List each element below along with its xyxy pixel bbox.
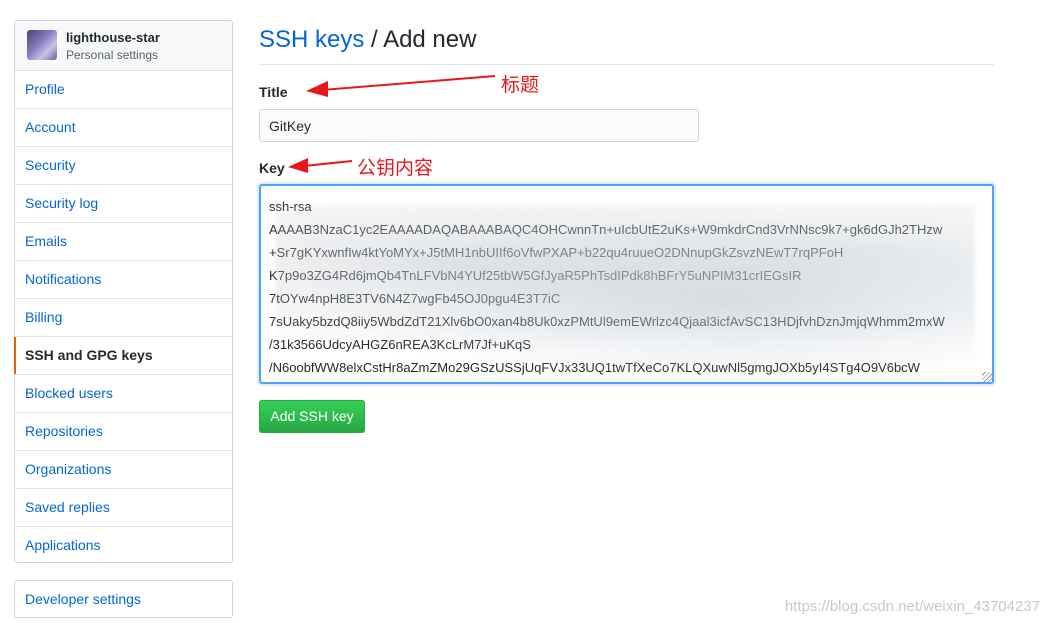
title-arrow-icon	[306, 75, 496, 97]
key-label: Key	[259, 160, 285, 176]
key-text-line: ssh-rsa	[269, 199, 312, 214]
page-heading: Add new	[383, 26, 477, 53]
sidebar-item-ssh-gpg-keys[interactable]: SSH and GPG keys	[14, 337, 232, 375]
personal-settings-label: Personal settings	[66, 48, 159, 62]
username[interactable]: lighthouse-star	[66, 30, 160, 45]
sidebar-item-organizations[interactable]: Organizations	[15, 451, 232, 489]
key-text-line: 7sUaky5bzdQ8iiy5WbdZdT21Xlv6bO0xan4b8Uk0…	[269, 314, 945, 329]
sidebar-item-saved-replies[interactable]: Saved replies	[15, 489, 232, 527]
settings-sidebar: lighthouse-star Personal settings Profil…	[14, 20, 233, 563]
sidebar-item-billing[interactable]: Billing	[15, 299, 232, 337]
key-text-line: K7p9o3ZG4Rd6jmQb4TnLFVbN4YUf25tbW5GfJyaR…	[269, 268, 802, 283]
key-text-line: /31k3566UdcyAHGZ6nREA3KcLrM7Jf+uKqS	[269, 337, 531, 352]
title-annotation: 标题	[501, 74, 540, 96]
sidebar-item-developer-settings[interactable]: Developer settings	[14, 580, 233, 618]
key-annotation: 公钥内容	[357, 157, 434, 179]
textarea-resize-handle[interactable]	[982, 372, 992, 382]
watermark: https://blog.csdn.net/weixin_43704237	[784, 598, 1040, 615]
key-text-line: AAAAB3NzaC1yc2EAAAADAQABAAABAQC4OHCwnnTn…	[269, 222, 943, 237]
add-ssh-key-button[interactable]: Add SSH key	[259, 400, 365, 433]
key-text-line: /N6oobfWW8elxCstHr8aZmZMo29GSzUSSjUqFVJx…	[269, 360, 920, 375]
breadcrumb-separator: /	[364, 26, 384, 53]
key-arrow-icon	[288, 158, 353, 173]
key-text-line: NWK	[269, 379, 984, 382]
key-textarea[interactable]: ssh-rsa AAAAB3NzaC1yc2EAAAADAQABAAABAQC4O…	[259, 184, 994, 384]
sidebar-item-emails[interactable]: Emails	[15, 223, 232, 261]
title-label: Title	[259, 84, 288, 100]
heading-divider	[259, 64, 994, 65]
sidebar-item-repositories[interactable]: Repositories	[15, 413, 232, 451]
sidebar-item-security-log[interactable]: Security log	[15, 185, 232, 223]
avatar[interactable]	[27, 30, 57, 60]
sidebar-item-blocked-users[interactable]: Blocked users	[15, 375, 232, 413]
sidebar-item-notifications[interactable]: Notifications	[15, 261, 232, 299]
page-title: SSH keys / Add new	[259, 26, 476, 54]
sidebar-item-security[interactable]: Security	[15, 147, 232, 185]
key-text-line: 7tOYw4npH8E3TV6N4Z7wgFb45OJ0pgu4E3T7iC	[269, 291, 561, 306]
key-text-line: +Sr7gKYxwnfIw4ktYoMYx+J5tMH1nbUIIf6oVfwP…	[269, 245, 844, 260]
breadcrumb-ssh-keys-link[interactable]: SSH keys	[259, 26, 364, 53]
sidebar-item-profile[interactable]: Profile	[15, 71, 232, 109]
sidebar-item-account[interactable]: Account	[15, 109, 232, 147]
sidebar-user-header: lighthouse-star Personal settings	[15, 21, 232, 71]
sidebar-item-applications[interactable]: Applications	[15, 527, 232, 565]
title-input[interactable]	[259, 109, 699, 142]
